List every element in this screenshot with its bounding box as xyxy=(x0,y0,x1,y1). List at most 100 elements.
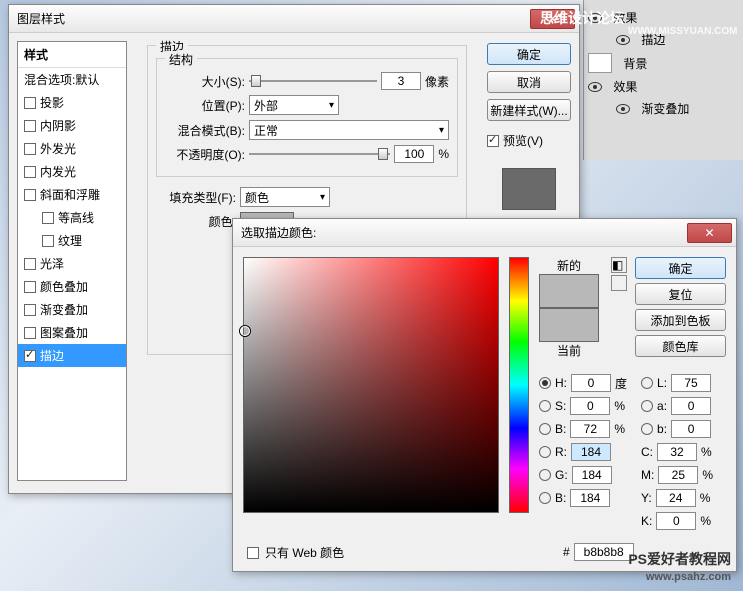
radio-s[interactable] xyxy=(539,400,551,412)
y-input[interactable] xyxy=(656,489,696,507)
checkbox[interactable] xyxy=(24,327,36,339)
filltype-combo[interactable]: 颜色 xyxy=(240,187,330,207)
filltype-label: 填充类型(F): xyxy=(156,189,236,206)
watermark-bottom-url: www.psahz.com xyxy=(646,571,731,583)
color-field[interactable] xyxy=(243,257,499,513)
size-unit: 像素 xyxy=(425,73,449,90)
checkbox[interactable] xyxy=(42,235,54,247)
checkbox[interactable] xyxy=(42,212,54,224)
grad-label: 渐变叠加 xyxy=(641,100,689,117)
s-input[interactable] xyxy=(570,397,610,415)
thumb-icon xyxy=(588,53,612,73)
color-cursor-icon xyxy=(240,326,250,336)
checkbox[interactable] xyxy=(24,189,36,201)
color-picker-titlebar[interactable]: 选取描边颜色: ✕ xyxy=(233,219,736,247)
opacity-input[interactable] xyxy=(394,145,434,163)
layer-style-titlebar[interactable]: 图层样式 ✕ xyxy=(9,5,579,33)
checkbox[interactable] xyxy=(24,166,36,178)
style-item-texture[interactable]: 纹理 xyxy=(18,229,126,252)
style-item-outerglow[interactable]: 外发光 xyxy=(18,137,126,160)
checkbox[interactable] xyxy=(24,258,36,270)
radio-l[interactable] xyxy=(641,377,653,389)
watermark-top: 思维设计论坛 xyxy=(540,8,624,28)
m-input[interactable] xyxy=(658,466,698,484)
webonly-label: 只有 Web 颜色 xyxy=(265,544,344,561)
layers-grad-row[interactable]: 渐变叠加 xyxy=(588,100,739,117)
radio-lb[interactable] xyxy=(641,423,653,435)
cube-icon[interactable]: ◧ xyxy=(611,257,627,273)
eye-icon xyxy=(616,104,630,114)
checkbox[interactable] xyxy=(24,350,36,362)
opacity-unit: % xyxy=(438,147,449,161)
radio-b[interactable] xyxy=(539,423,551,435)
color-label: 颜色: xyxy=(156,213,236,230)
radio-a[interactable] xyxy=(641,400,653,412)
style-item-coloroverlay[interactable]: 颜色叠加 xyxy=(18,275,126,298)
style-item-dropshadow[interactable]: 投影 xyxy=(18,91,126,114)
picker-ok-button[interactable]: 确定 xyxy=(635,257,726,279)
checkbox[interactable] xyxy=(24,97,36,109)
g-input[interactable] xyxy=(572,466,612,484)
style-item-contour[interactable]: 等高线 xyxy=(18,206,126,229)
newstyle-button[interactable]: 新建样式(W)... xyxy=(487,99,571,121)
k-input[interactable] xyxy=(656,512,696,530)
b-input[interactable] xyxy=(570,420,610,438)
picker-addswatch-button[interactable]: 添加到色板 xyxy=(635,309,726,331)
layers-bg-row[interactable]: 背景 xyxy=(588,53,739,73)
style-item-innerglow[interactable]: 内发光 xyxy=(18,160,126,183)
a-input[interactable] xyxy=(671,397,711,415)
size-input[interactable] xyxy=(381,72,421,90)
current-color-preview xyxy=(539,308,599,342)
new-label: 新的 xyxy=(539,257,599,274)
layers-effects2-row[interactable]: 效果 xyxy=(588,78,739,95)
bg-label: 背景 xyxy=(623,55,647,72)
radio-h[interactable] xyxy=(539,377,551,389)
hex-label: # xyxy=(563,545,570,559)
styles-header[interactable]: 样式 xyxy=(18,42,126,68)
c-input[interactable] xyxy=(657,443,697,461)
checkbox[interactable] xyxy=(24,143,36,155)
lb-input[interactable] xyxy=(671,420,711,438)
color-picker-title: 选取描边颜色: xyxy=(241,224,316,241)
checkbox[interactable] xyxy=(24,281,36,293)
l-input[interactable] xyxy=(671,374,711,392)
h-input[interactable] xyxy=(571,374,611,392)
hue-slider[interactable] xyxy=(509,257,529,513)
preview-label: 预览(V) xyxy=(503,132,543,149)
position-label: 位置(P): xyxy=(165,97,245,114)
styles-list: 样式 混合选项:默认 投影 内阴影 外发光 内发光 斜面和浮雕 等高线 纹理 光… xyxy=(17,41,127,481)
size-slider[interactable] xyxy=(249,73,377,89)
style-item-bevel[interactable]: 斜面和浮雕 xyxy=(18,183,126,206)
layer-style-title: 图层样式 xyxy=(17,10,65,27)
checkbox[interactable] xyxy=(24,304,36,316)
radio-g[interactable] xyxy=(539,469,551,481)
preview-thumb xyxy=(502,168,556,210)
effects2-label: 效果 xyxy=(613,78,637,95)
new-color-preview xyxy=(539,274,599,308)
radio-r[interactable] xyxy=(539,446,551,458)
close-button[interactable]: ✕ xyxy=(687,223,732,243)
radio-bb[interactable] xyxy=(539,492,551,504)
checkbox[interactable] xyxy=(24,120,36,132)
style-item-innershadow[interactable]: 内阴影 xyxy=(18,114,126,137)
swatch-icon[interactable] xyxy=(611,275,627,291)
preview-checkbox[interactable] xyxy=(487,135,499,147)
opacity-slider[interactable] xyxy=(249,146,390,162)
watermark-top-url: WWW.MISSYUAN.COM xyxy=(628,26,737,37)
structure-fieldset: 结构 大小(S):像素 位置(P):外部 混合模式(B):正常 不透明度(O):… xyxy=(156,58,458,177)
bb-input[interactable] xyxy=(570,489,610,507)
webonly-checkbox[interactable] xyxy=(247,547,259,559)
style-item-patternoverlay[interactable]: 图案叠加 xyxy=(18,321,126,344)
ok-button[interactable]: 确定 xyxy=(487,43,571,65)
style-item-gradientoverlay[interactable]: 渐变叠加 xyxy=(18,298,126,321)
r-input[interactable] xyxy=(571,443,611,461)
cancel-button[interactable]: 取消 xyxy=(487,71,571,93)
blendmode-combo[interactable]: 正常 xyxy=(249,120,449,140)
style-item-satin[interactable]: 光泽 xyxy=(18,252,126,275)
hex-input[interactable] xyxy=(574,543,634,561)
style-item-stroke[interactable]: 描边 xyxy=(18,344,126,367)
picker-colorlib-button[interactable]: 颜色库 xyxy=(635,335,726,357)
position-combo[interactable]: 外部 xyxy=(249,95,339,115)
blend-default-item[interactable]: 混合选项:默认 xyxy=(18,68,126,91)
picker-reset-button[interactable]: 复位 xyxy=(635,283,726,305)
